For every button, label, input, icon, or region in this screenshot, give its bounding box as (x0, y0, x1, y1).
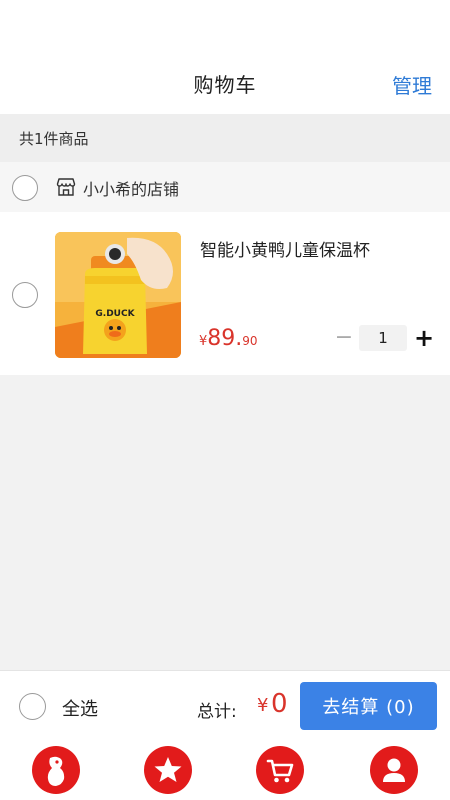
product-thermos-image: G.DUCK (55, 232, 181, 358)
status-bar (0, 0, 450, 52)
price-integer: 89. (207, 326, 243, 351)
user-icon (383, 758, 405, 782)
cart-icon (266, 759, 294, 783)
store-icon (56, 178, 76, 196)
total-amount: 0 (271, 689, 288, 719)
checkout-button[interactable]: 去结算 (0) (300, 682, 437, 730)
bird-icon (47, 756, 65, 786)
item-count-bar: 共1件商品 (0, 114, 450, 162)
price-decimal: 90 (242, 334, 258, 348)
tab-home[interactable] (32, 746, 80, 794)
checkout-bar: 全选 总计: ¥ 0 去结算 (0) (0, 670, 450, 742)
cart-item: G.DUCK 智能小黄鸭儿童保温杯 ¥89.90 − + (0, 212, 450, 375)
nav-bar: 购物车 管理 (0, 52, 450, 114)
tab-favorites[interactable] (144, 746, 192, 794)
star-icon (154, 757, 182, 782)
item-select-radio[interactable] (12, 282, 38, 308)
decrease-button[interactable]: − (333, 324, 355, 352)
quantity-input[interactable] (359, 325, 407, 351)
product-image[interactable]: G.DUCK (55, 232, 181, 358)
quantity-stepper: − + (333, 324, 437, 352)
total-currency: ¥ (257, 695, 269, 716)
total-label: 总计: (197, 702, 237, 722)
product-title[interactable]: 智能小黄鸭儿童保温杯 (200, 236, 370, 261)
tab-bar (0, 742, 450, 800)
shop-row: 小小希的店铺 (0, 162, 450, 212)
page-title: 购物车 (193, 72, 257, 97)
shop-select-radio[interactable] (12, 175, 38, 201)
increase-button[interactable]: + (411, 324, 437, 352)
select-all-radio[interactable] (19, 693, 46, 720)
tab-profile[interactable] (370, 746, 418, 794)
item-count-text: 共1件商品 (19, 129, 89, 148)
product-price: ¥89.90 (199, 326, 258, 351)
select-all-label[interactable]: 全选 (62, 695, 98, 721)
manage-button[interactable]: 管理 (392, 70, 432, 99)
svg-text:G.DUCK: G.DUCK (95, 309, 135, 319)
shop-name[interactable]: 小小希的店铺 (83, 176, 179, 200)
tab-cart[interactable] (256, 746, 304, 794)
